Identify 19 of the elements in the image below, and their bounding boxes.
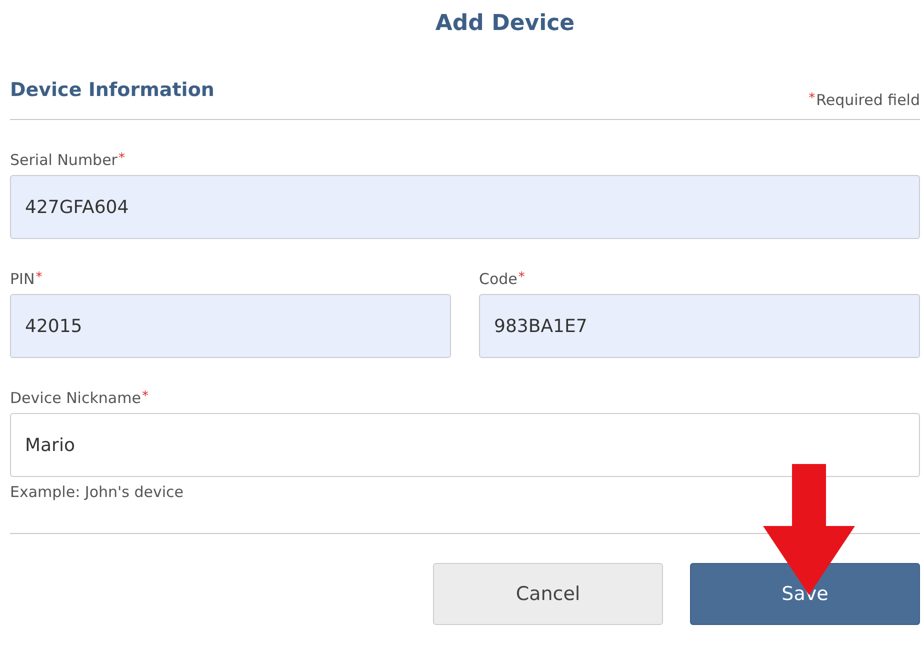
field-label: PIN <box>10 270 35 290</box>
cancel-button[interactable]: Cancel <box>433 563 663 625</box>
required-asterisk: * <box>36 270 42 285</box>
input-field[interactable]: Mario <box>10 413 920 477</box>
section-title: Device Information <box>10 79 214 101</box>
required-asterisk: * <box>142 389 148 404</box>
field-label: Device Nickname <box>10 389 141 409</box>
input-field[interactable]: 983BA1E7 <box>479 294 920 358</box>
dialog-title: Add Device <box>434 10 576 38</box>
field-label: Serial Number <box>10 151 118 171</box>
input-field[interactable]: 427GFA604 <box>10 175 920 239</box>
required-asterisk: * <box>808 91 816 106</box>
input-field[interactable]: 42015 <box>10 294 451 358</box>
save-button[interactable]: Save <box>690 563 920 625</box>
required-asterisk: * <box>118 151 125 166</box>
required-note: Required field <box>816 91 920 109</box>
field-hint: Example: John's device <box>10 483 184 501</box>
field-label: Code <box>479 270 518 290</box>
required-asterisk: * <box>518 270 525 285</box>
